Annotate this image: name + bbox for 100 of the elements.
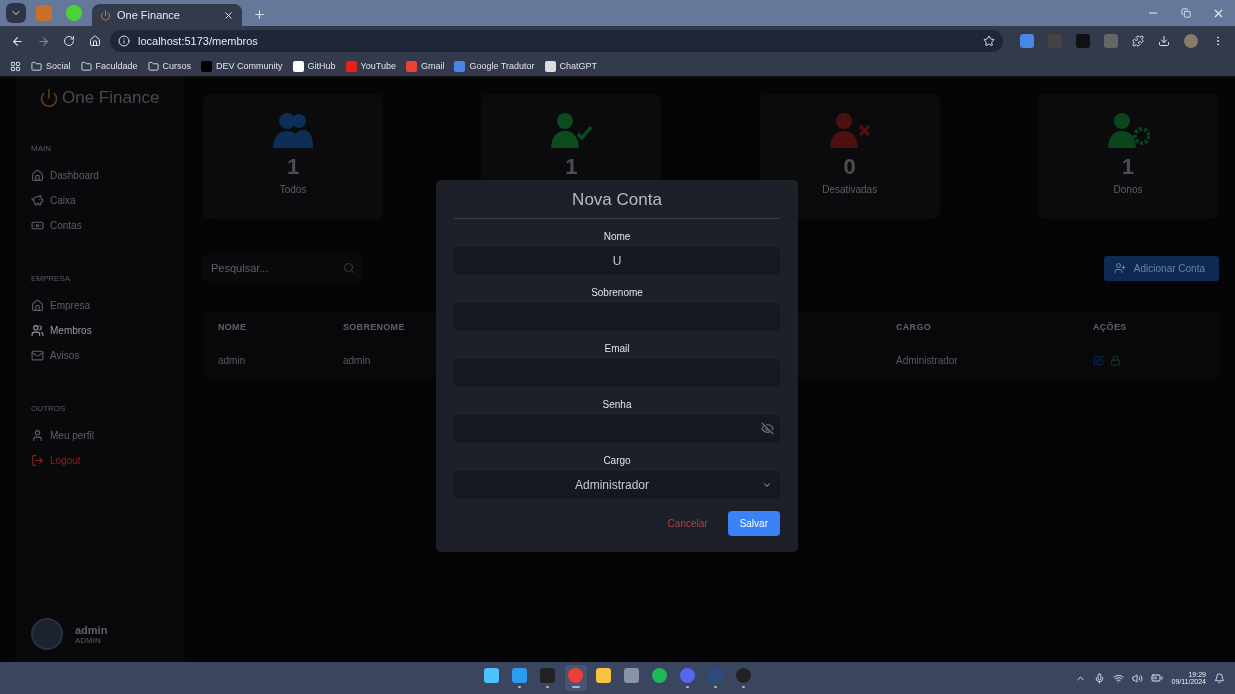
bookmark-link[interactable]: ChatGPT	[544, 60, 598, 72]
apps-icon[interactable]	[10, 60, 21, 72]
power-logo-icon	[39, 88, 59, 108]
users-icon	[31, 324, 44, 337]
brand-name: One Finance	[62, 88, 160, 108]
folder-icon	[31, 60, 42, 72]
column-header: NOME	[218, 321, 248, 332]
stat-label: Todos	[279, 184, 307, 195]
column-header: SOBRENOME	[343, 321, 406, 332]
site-icon	[544, 60, 556, 72]
user-icon	[31, 429, 44, 442]
home-icon	[89, 35, 101, 47]
app-icon	[708, 668, 723, 683]
running-indicator	[518, 686, 521, 688]
back-arrow-icon	[10, 34, 24, 48]
battery-icon[interactable]	[1151, 672, 1164, 684]
bookmark-link[interactable]: GitHub	[292, 60, 336, 72]
pinned-tab-icon[interactable]	[66, 5, 82, 21]
bookmark-link[interactable]: YouTube	[345, 60, 396, 72]
input-field[interactable]: U	[454, 247, 780, 275]
power-icon	[100, 9, 111, 21]
piggy-icon	[31, 194, 44, 207]
stat-label: Desativadas	[822, 184, 878, 195]
table-cell-text: admin	[218, 354, 247, 366]
bookmark-link[interactable]: Gmail	[405, 60, 445, 72]
bookmark-link[interactable]: Social	[31, 60, 71, 72]
column-header: CARGO	[896, 321, 932, 332]
address-bar[interactable]: localhost:5173/membros	[110, 30, 1003, 52]
running-indicator	[714, 686, 717, 688]
app-icon	[624, 668, 639, 683]
user-check-icon	[549, 112, 594, 148]
home-icon	[31, 169, 44, 182]
profile-avatar[interactable]	[1184, 34, 1198, 48]
search-field[interactable]: Pesquisar...	[203, 255, 363, 281]
bell-icon[interactable]	[1214, 672, 1225, 684]
bookmark-link[interactable]: Cursos	[147, 60, 192, 72]
app-icon	[512, 668, 527, 683]
section-title: MAIN	[31, 144, 52, 153]
folder-icon	[147, 60, 159, 72]
table-cell-text: Administrador	[896, 354, 959, 366]
stat-value: 1	[565, 154, 578, 180]
search-input[interactable]: Pesquisar...	[203, 255, 333, 281]
user-role: ADMIN	[75, 635, 102, 645]
bookmark-link[interactable]: DEV Community	[201, 60, 283, 72]
save-button[interactable]: Salvar	[727, 511, 780, 536]
wifi-icon[interactable]	[1113, 672, 1125, 684]
puzzle-icon	[1132, 35, 1144, 47]
user-gear-icon	[1106, 112, 1150, 148]
restore-icon	[1180, 8, 1191, 18]
column-header: AÇÕES	[1093, 321, 1128, 332]
stat-value: 1	[286, 154, 300, 180]
eye-off-icon[interactable]	[761, 422, 774, 435]
app-icon	[540, 668, 555, 683]
add-account-button[interactable]: Adicionar Conta	[1103, 255, 1219, 281]
browser-tab[interactable]: One Finance	[92, 4, 242, 26]
app-icon	[736, 668, 751, 683]
money-icon	[31, 219, 44, 232]
bookmark-link[interactable]: Faculdade	[80, 60, 138, 72]
running-indicator	[571, 686, 580, 688]
site-icon	[405, 60, 417, 72]
stat-value: 0	[843, 154, 856, 180]
download-icon	[1158, 35, 1170, 47]
folder-icon	[80, 60, 92, 72]
bookmark-link[interactable]: Google Tradutor	[454, 60, 535, 72]
site-icon	[454, 60, 466, 72]
field-label: Nome	[602, 231, 632, 242]
app-icon	[484, 668, 499, 683]
app-icon	[568, 668, 583, 683]
reload-icon	[63, 35, 75, 47]
forward-arrow-icon	[36, 34, 50, 48]
dialog-title: Nova Conta	[454, 190, 780, 219]
users-icon	[271, 112, 315, 148]
logout-icon	[31, 454, 44, 467]
mic-icon[interactable]	[1094, 672, 1106, 684]
tab-title: One Finance	[117, 9, 181, 21]
app-icon	[652, 668, 667, 683]
section-title: OUTROS	[31, 404, 67, 413]
info-icon[interactable]	[118, 35, 130, 47]
plus-icon	[252, 7, 266, 21]
user-x-icon	[827, 112, 872, 148]
tab-menu-button[interactable]	[6, 3, 26, 23]
role-select[interactable]: Administrador	[454, 471, 780, 499]
field-label: Cargo	[602, 455, 632, 466]
password-field[interactable]	[454, 415, 780, 443]
running-indicator	[742, 686, 745, 688]
app-icon	[680, 668, 695, 683]
mail-icon	[31, 349, 44, 362]
star-icon[interactable]	[983, 35, 995, 47]
field-label: Email	[603, 343, 631, 354]
site-icon	[201, 60, 213, 72]
running-indicator	[686, 686, 689, 688]
section-title: EMPRESA	[31, 274, 72, 283]
sidebar-item[interactable]: Membros	[31, 318, 169, 343]
app-icon	[596, 668, 611, 683]
table-cell-text: admin	[343, 354, 372, 366]
close-icon[interactable]	[223, 9, 234, 21]
avatar	[31, 618, 63, 650]
taskbar-app[interactable]	[564, 665, 587, 691]
home-icon	[31, 299, 44, 312]
volume-icon[interactable]	[1132, 672, 1144, 684]
